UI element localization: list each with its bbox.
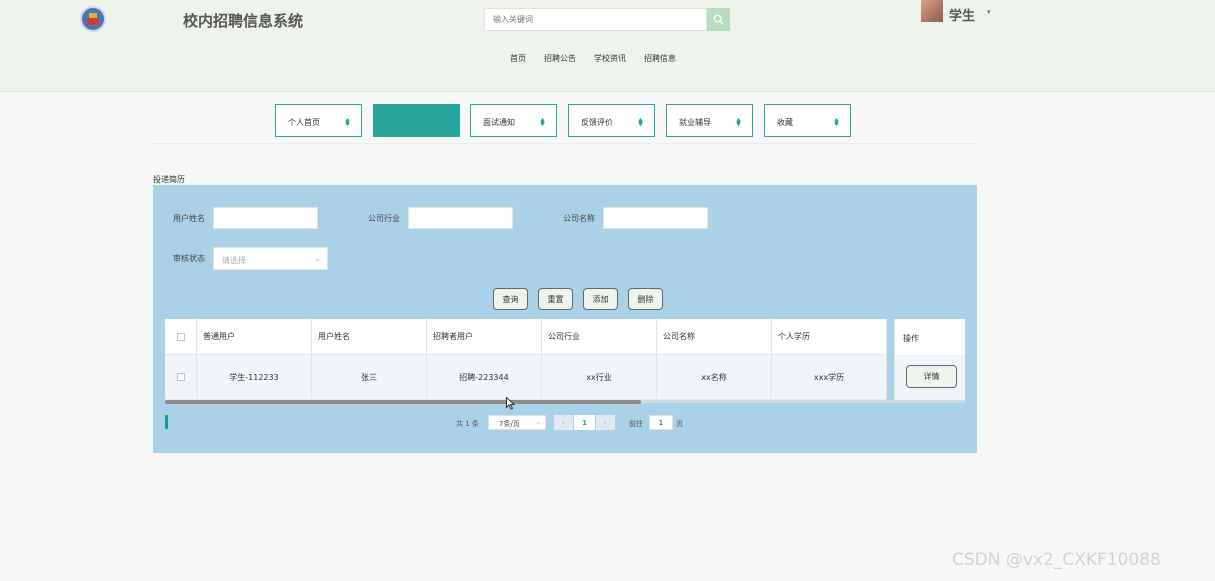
table-header-row: 普通用户 用户姓名 招聘者用户 公司行业 公司名称 个人学历 (165, 319, 887, 355)
table-cell: 学生-112233 (197, 355, 312, 400)
user-center-tabs: 个人首页 投递简历 面试通知 反馈评价 就业辅导 收藏 (275, 104, 975, 137)
user-name[interactable]: 学生 (949, 5, 975, 24)
leaf-icon (736, 118, 741, 126)
nav-item-job-info[interactable]: 招聘信息 (644, 53, 676, 64)
page-size-value: 7条/页 (499, 420, 520, 428)
detail-button[interactable]: 详情 (906, 365, 957, 388)
tab-label: 个人首页 (288, 118, 320, 127)
next-page-button[interactable]: › (596, 415, 615, 430)
nav-item-school-news[interactable]: 学校资讯 (594, 53, 626, 64)
tab-favorites[interactable]: 收藏 (764, 104, 851, 137)
company-input[interactable] (603, 207, 708, 229)
table-cell: 张三 (312, 355, 427, 400)
status-placeholder: 请选择 (222, 256, 246, 265)
column-header: 招聘者用户 (427, 319, 542, 355)
leaf-icon (345, 118, 350, 126)
pagination: 共 1 条 7条/页 ⌄ ‹ 1 › 前往 页 (153, 415, 977, 431)
tab-label: 就业辅导 (679, 118, 711, 127)
nav-item-announcements[interactable]: 招聘公告 (544, 53, 576, 64)
reset-button[interactable]: 重置 (538, 288, 573, 310)
search-input[interactable] (484, 8, 707, 31)
select-all-checkbox[interactable] (165, 319, 197, 355)
site-header: 校内招聘信息系统 学生 ▾ 首页 招聘公告 学校资讯 招聘信息 (0, 0, 1215, 92)
add-button[interactable]: 添加 (583, 288, 618, 310)
search-button[interactable] (707, 8, 730, 31)
resume-table: 普通用户 用户姓名 招聘者用户 公司行业 公司名称 个人学历 学生-112233… (165, 319, 965, 401)
chevron-down-icon[interactable]: ▾ (987, 8, 991, 16)
table-cell: xx名称 (657, 355, 772, 400)
resume-panel: 用户姓名 公司行业 公司名称 审核状态 请选择 ⌄ 查询 重置 添加 删除 普通… (153, 185, 977, 453)
divider (152, 143, 977, 144)
actions-cell: 详情 (894, 355, 965, 400)
tab-interview-notice[interactable]: 面试通知 (470, 104, 557, 137)
goto-label: 前往 (629, 420, 643, 428)
action-buttons: 查询 重置 添加 删除 (493, 288, 673, 310)
status-select[interactable]: 请选择 ⌄ (213, 247, 328, 270)
tab-label: 反馈评价 (581, 118, 613, 127)
column-header: 普通用户 (197, 319, 312, 355)
column-header: 用户姓名 (312, 319, 427, 355)
table-cell: xxx学历 (772, 355, 887, 400)
horizontal-scrollbar-thumb[interactable] (165, 400, 641, 404)
tab-submit-resume[interactable]: 投递简历 (373, 104, 460, 137)
query-button[interactable]: 查询 (493, 288, 528, 310)
site-title: 校内招聘信息系统 (183, 12, 304, 30)
column-header: 公司行业 (542, 319, 657, 355)
page-unit-label: 页 (676, 420, 683, 428)
nav-item-home[interactable]: 首页 (510, 53, 526, 64)
table-row: 学生-112233 张三 招聘-223344 xx行业 xx名称 xxx学历 (165, 355, 887, 400)
main-nav: 首页 招聘公告 学校资讯 招聘信息 (510, 53, 694, 64)
school-logo-icon (80, 6, 106, 32)
row-checkbox[interactable] (165, 355, 197, 400)
pager-accent-bar (165, 415, 168, 429)
user-name-label: 用户姓名 (173, 214, 205, 223)
tab-label: 面试通知 (483, 118, 515, 127)
prev-page-button[interactable]: ‹ (554, 415, 573, 430)
table-cell: xx行业 (542, 355, 657, 400)
goto-page-input[interactable] (649, 415, 673, 430)
page-size-select[interactable]: 7条/页 ⌄ (488, 415, 546, 430)
delete-button[interactable]: 删除 (628, 288, 663, 310)
tab-feedback[interactable]: 反馈评价 (568, 104, 655, 137)
mouse-cursor-icon (506, 397, 515, 410)
company-label: 公司名称 (563, 214, 595, 223)
user-name-input[interactable] (213, 207, 318, 229)
column-header-actions: 操作 (894, 319, 965, 355)
leaf-icon (540, 118, 545, 126)
watermark: CSDN @vx2_CXKF10088 (952, 550, 1161, 570)
search-icon (713, 14, 724, 25)
total-count: 共 1 条 (456, 420, 479, 428)
page-number[interactable]: 1 (574, 415, 595, 430)
leaf-icon (834, 118, 839, 126)
chevron-down-icon: ⌄ (535, 418, 541, 426)
chevron-down-icon: ⌄ (314, 254, 321, 263)
tab-label: 投递简历 (386, 118, 418, 127)
industry-label: 公司行业 (368, 214, 400, 223)
panel-title: 投递简历 (153, 175, 185, 184)
column-header: 公司名称 (657, 319, 772, 355)
tab-personal-home[interactable]: 个人首页 (275, 104, 362, 137)
industry-input[interactable] (408, 207, 513, 229)
leaf-icon (638, 118, 643, 126)
column-header: 个人学历 (772, 319, 887, 355)
tab-career-guidance[interactable]: 就业辅导 (666, 104, 753, 137)
avatar[interactable] (921, 0, 943, 22)
status-label: 审核状态 (173, 254, 205, 263)
tab-label: 收藏 (777, 118, 793, 127)
table-cell: 招聘-223344 (427, 355, 542, 400)
